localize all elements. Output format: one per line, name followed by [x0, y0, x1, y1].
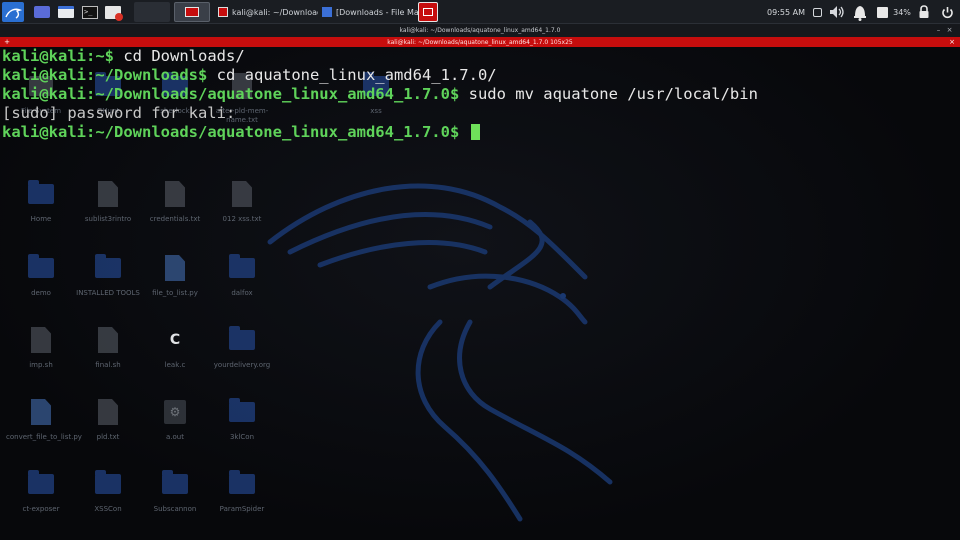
desktop-icon-subscannon[interactable]: Subscannon — [140, 470, 210, 514]
workspace-1[interactable] — [134, 2, 170, 22]
terminal-tab-bar[interactable]: + kali@kali: ~/Downloads/aquatone_linux_… — [0, 37, 960, 47]
gear-icon: ⚙ — [164, 400, 186, 424]
window-icon — [423, 8, 433, 16]
c-source-icon: C — [169, 332, 181, 348]
terminal-icon: >_ — [82, 5, 98, 19]
network-icon — [876, 6, 888, 18]
taskbar-item-red-window[interactable] — [418, 2, 438, 22]
workspace-2[interactable] — [174, 2, 210, 22]
desktop-icon-xsscon[interactable]: XSSCon — [73, 470, 143, 514]
text-file-icon — [232, 73, 252, 99]
file-manager-launcher[interactable] — [56, 2, 76, 22]
desktop-icon-credentials[interactable]: credentials.txt — [140, 181, 210, 224]
desktop-icon-paramspider[interactable]: ParamSpider — [207, 470, 277, 514]
folder-icon — [28, 254, 54, 278]
python-file-icon — [165, 255, 185, 281]
desktop-icon-file-system[interactable]: File System — [6, 73, 76, 116]
close-tab-icon[interactable]: × — [948, 38, 956, 46]
notifications-toggle[interactable] — [810, 2, 824, 22]
shell-script-icon — [98, 327, 118, 353]
folder-icon — [363, 72, 389, 96]
tab-title: kali@kali: ~/Downloads/aquatone_linux_am… — [387, 38, 573, 46]
desktop-icon-file-to-list[interactable]: file_to_list.py — [140, 255, 210, 298]
square-icon — [812, 7, 822, 17]
taskbar-item-file-manager[interactable]: [Downloads - File Mana... — [318, 2, 418, 22]
taskbar-label: kali@kali: ~/Downloads/... — [232, 7, 318, 17]
folder-icon — [95, 72, 121, 96]
desktop-icon-3klcon[interactable]: 3klCon — [207, 398, 277, 442]
folder-icon — [229, 398, 255, 422]
desktop-icon — [34, 6, 50, 18]
drive-icon — [29, 76, 53, 96]
show-desktop-button[interactable] — [32, 2, 52, 22]
desktop-icon-leak-c[interactable]: C leak.c — [140, 327, 210, 370]
taskbar-label: [Downloads - File Mana... — [336, 7, 418, 17]
desktop-icon-ct-exposer[interactable]: ct-exposer — [6, 470, 76, 514]
close-icon[interactable]: × — [946, 27, 953, 34]
desktop-icon-pld-txt[interactable]: pld.txt — [73, 399, 143, 442]
text-file-icon — [232, 181, 252, 207]
desktop-icon-yourdelivery[interactable]: yourdelivery.org — [207, 326, 277, 370]
bell-icon — [854, 6, 866, 21]
folder-icon — [229, 254, 255, 278]
folder-icon — [162, 470, 188, 494]
desktop-icon-ghunt[interactable]: GHunt — [73, 72, 143, 116]
new-tab-icon[interactable]: + — [3, 38, 11, 46]
terminal-icon — [218, 7, 228, 17]
terminal-launcher[interactable]: >_ — [80, 2, 100, 22]
desktop-icon-convert-file-to-list[interactable]: convert_file_to_list.py — [6, 399, 82, 442]
desktop-icon-012-xss[interactable]: 012 xss.txt — [207, 181, 277, 224]
top-panel: >_ kali@kali: ~/Downloads/... [Downloads… — [0, 0, 960, 24]
kali-dragon-wallpaper — [267, 183, 613, 522]
kali-dragon-icon — [5, 8, 22, 19]
shell-script-icon — [31, 327, 51, 353]
text-file-icon — [98, 399, 118, 425]
home-folder-icon — [28, 180, 54, 204]
browser-launcher[interactable] — [103, 2, 123, 22]
folder-icon — [229, 470, 255, 494]
window-title: kali@kali: ~/Downloads/aquatone_linux_am… — [399, 27, 561, 34]
desktop-icon-xss[interactable]: xss — [341, 72, 411, 116]
folder-icon — [162, 72, 188, 96]
kali-menu-button[interactable] — [2, 2, 24, 22]
desktop-icon-dalfox[interactable]: dalfox — [207, 254, 277, 298]
desktop-icon-home[interactable]: Home — [6, 180, 76, 224]
folder-icon — [95, 254, 121, 278]
lock-icon — [919, 5, 929, 18]
network-indicator[interactable] — [874, 2, 890, 22]
desktop-icon-final-sh[interactable]: final.sh — [73, 327, 143, 370]
text-file-icon — [98, 181, 118, 207]
minimize-icon[interactable]: – — [935, 27, 942, 34]
taskbar-item-terminal[interactable]: kali@kali: ~/Downloads/... — [214, 2, 318, 22]
notification-bell[interactable] — [850, 2, 870, 22]
folder-icon — [322, 7, 332, 17]
power-button[interactable] — [938, 2, 956, 22]
power-icon — [941, 6, 953, 18]
speaker-icon — [830, 6, 844, 18]
lock-screen-button[interactable] — [916, 2, 932, 22]
battery-indicator[interactable]: 34% — [892, 2, 912, 22]
browser-icon — [105, 5, 123, 21]
desktop-icon-a-out[interactable]: ⚙ a.out — [140, 399, 210, 442]
desktop-icon-installed-tools[interactable]: INSTALLED TOOLS — [73, 254, 143, 298]
folder-icon — [28, 470, 54, 494]
file-manager-icon — [58, 6, 74, 18]
window-thumbnail-icon — [185, 7, 199, 17]
desktop-icon-sherlock[interactable]: sherlock — [140, 72, 210, 116]
desktop-background: File System GHunt sherlock after-pld-mem… — [0, 47, 960, 540]
terminal-title-bar[interactable]: kali@kali: ~/Downloads/aquatone_linux_am… — [0, 24, 960, 37]
clock[interactable]: 09:55 AM — [766, 2, 806, 22]
volume-control[interactable] — [826, 2, 848, 22]
text-file-icon — [165, 181, 185, 207]
desktop-icon-demo[interactable]: demo — [6, 254, 76, 298]
desktop-icon-imp-sh[interactable]: imp.sh — [6, 327, 76, 370]
desktop-icon-after-pld-mem-name[interactable]: after-pld-mem-name.txt — [207, 73, 277, 125]
python-file-icon — [31, 399, 51, 425]
folder-icon — [229, 326, 255, 350]
desktop-icon-sublist3rintro[interactable]: sublist3rintro — [73, 181, 143, 224]
folder-icon — [95, 470, 121, 494]
